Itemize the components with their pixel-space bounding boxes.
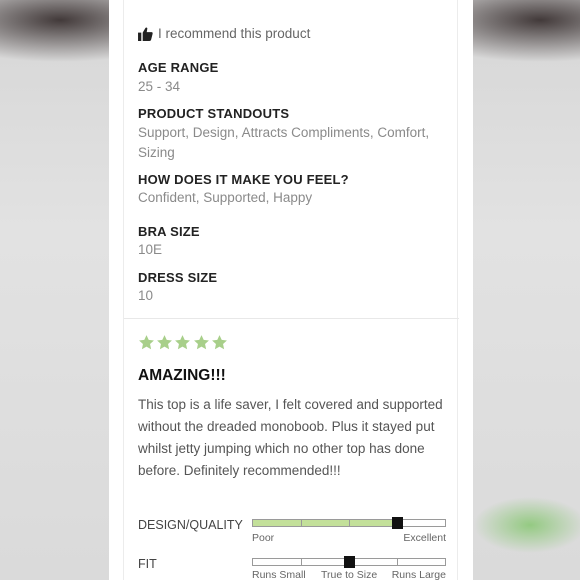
- star-icon: [211, 335, 227, 350]
- slider-tick: [301, 520, 302, 526]
- design-quality-max-caption: Excellent: [403, 532, 446, 544]
- review-body: This top is a life saver, I felt covered…: [138, 397, 443, 478]
- review-card: I recommend this product AGE RANGE 25 - …: [109, 0, 473, 580]
- fit-label: FIT: [138, 557, 157, 571]
- fit-max-caption: Runs Large: [391, 569, 446, 580]
- design-quality-fill: [253, 520, 397, 526]
- star-icon: [139, 335, 154, 350]
- star-icon: [193, 335, 209, 350]
- star-rating: [138, 334, 229, 351]
- fit-mid-caption: True to Size: [321, 569, 378, 580]
- slider-tick: [301, 559, 302, 565]
- design-quality-label: DESIGN/QUALITY: [138, 518, 243, 532]
- feel-title: HOW DOES IT MAKE YOU FEEL?: [138, 172, 349, 187]
- star-icon: [175, 335, 191, 350]
- bra-size-title: BRA SIZE: [138, 224, 200, 239]
- recommend-text: I recommend this product: [158, 26, 311, 41]
- fit-slider: [252, 556, 446, 568]
- review-title: AMAZING!!!: [138, 367, 226, 384]
- design-quality-knob: [392, 517, 403, 529]
- design-quality-min-caption: Poor: [252, 532, 275, 544]
- product-standouts-value: Support, Design, Attracts Compliments, C…: [138, 125, 430, 160]
- slider-tick: [397, 559, 398, 565]
- bra-size-value: 10E: [138, 242, 163, 257]
- product-standouts-title: PRODUCT STANDOUTS: [138, 106, 290, 121]
- dress-size-title: DRESS SIZE: [138, 270, 218, 285]
- fit-knob: [344, 556, 355, 568]
- design-quality-slider: [252, 517, 446, 529]
- recommend-row: I recommend this product: [138, 26, 310, 41]
- star-icon: [157, 335, 173, 350]
- feel-value: Confident, Supported, Happy: [138, 190, 313, 205]
- fit-min-caption: Runs Small: [252, 569, 306, 580]
- age-range-value: 25 - 34: [138, 79, 181, 94]
- dress-size-value: 10: [138, 288, 154, 303]
- slider-tick: [349, 520, 350, 526]
- thumbs-up-icon: [138, 27, 153, 41]
- age-range-title: AGE RANGE: [138, 60, 219, 75]
- review-panel: I recommend this product AGE RANGE 25 - …: [123, 0, 459, 580]
- section-divider: [124, 318, 459, 319]
